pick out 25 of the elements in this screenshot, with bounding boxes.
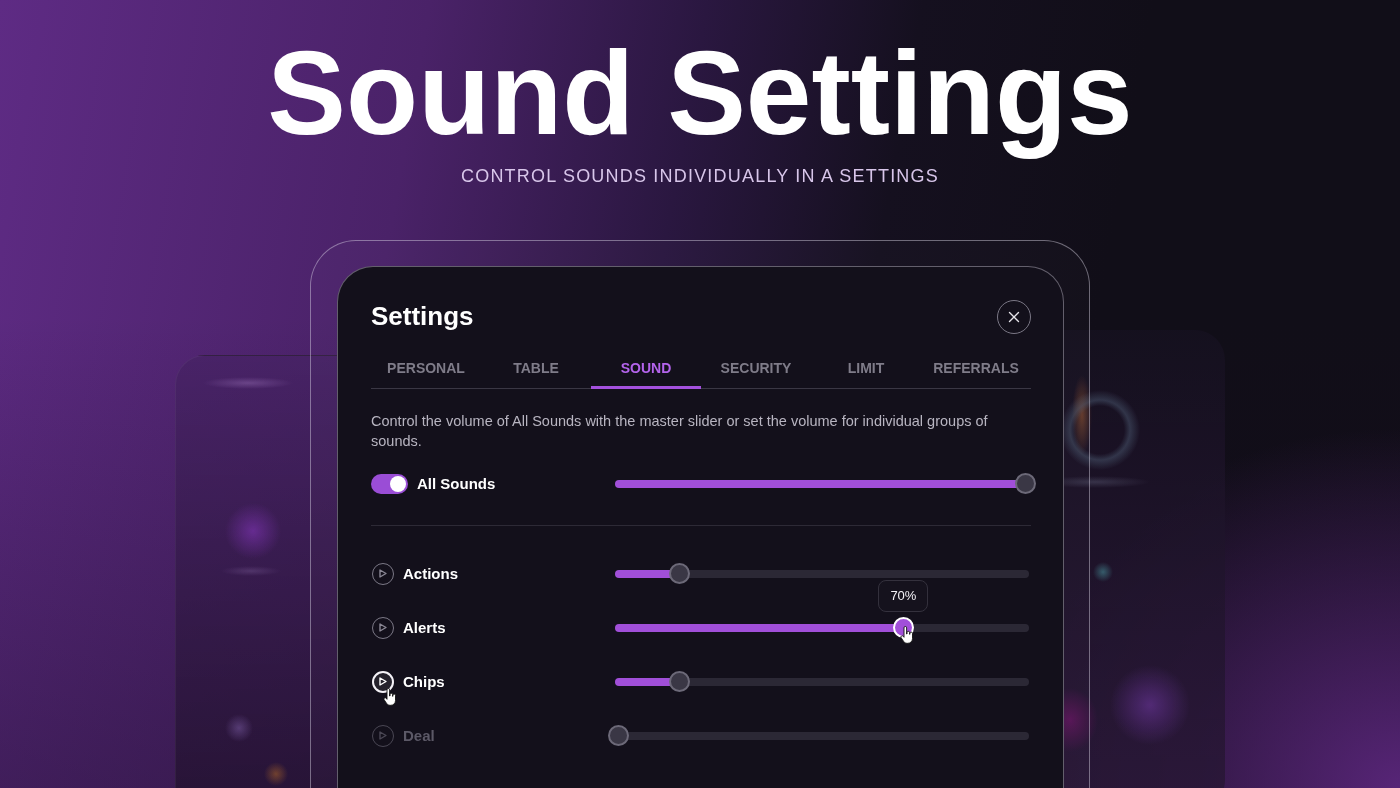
hero-title: Sound Settings [267, 26, 1133, 161]
slider-thumb[interactable] [669, 563, 691, 585]
tab[interactable]: PERSONAL [371, 349, 481, 389]
sound-label: All Sounds [417, 475, 496, 493]
slider-thumb[interactable] [669, 671, 691, 693]
sound-label: Chips [403, 673, 445, 691]
tab[interactable]: LIMIT [811, 349, 921, 389]
play-icon [379, 623, 387, 633]
hand-cursor-icon [383, 687, 397, 706]
tab[interactable]: TABLE [481, 349, 591, 389]
description-text: Control the volume of All Sounds with the master slider or set the volume for individual groups of sounds. [371, 411, 989, 451]
tab[interactable]: REFERRALS [921, 349, 1031, 389]
play-icon [379, 569, 387, 579]
slider-thumb[interactable] [1015, 473, 1036, 495]
toggle-switch[interactable] [371, 473, 408, 494]
value-tooltip: 70% [878, 580, 929, 613]
hero-subtitle: CONTROL SOUNDS INDIVIDUALLY IN A SETTINGS [461, 164, 939, 187]
dialog-title: Settings [371, 301, 474, 333]
sound-label: Alerts [403, 619, 446, 637]
sound-label: Deal [403, 727, 435, 745]
tab[interactable]: SECURITY [701, 349, 811, 389]
play-icon [379, 677, 387, 687]
tab[interactable]: SOUND [591, 349, 701, 389]
play-icon [379, 731, 387, 741]
sound-label: Actions [403, 565, 458, 583]
